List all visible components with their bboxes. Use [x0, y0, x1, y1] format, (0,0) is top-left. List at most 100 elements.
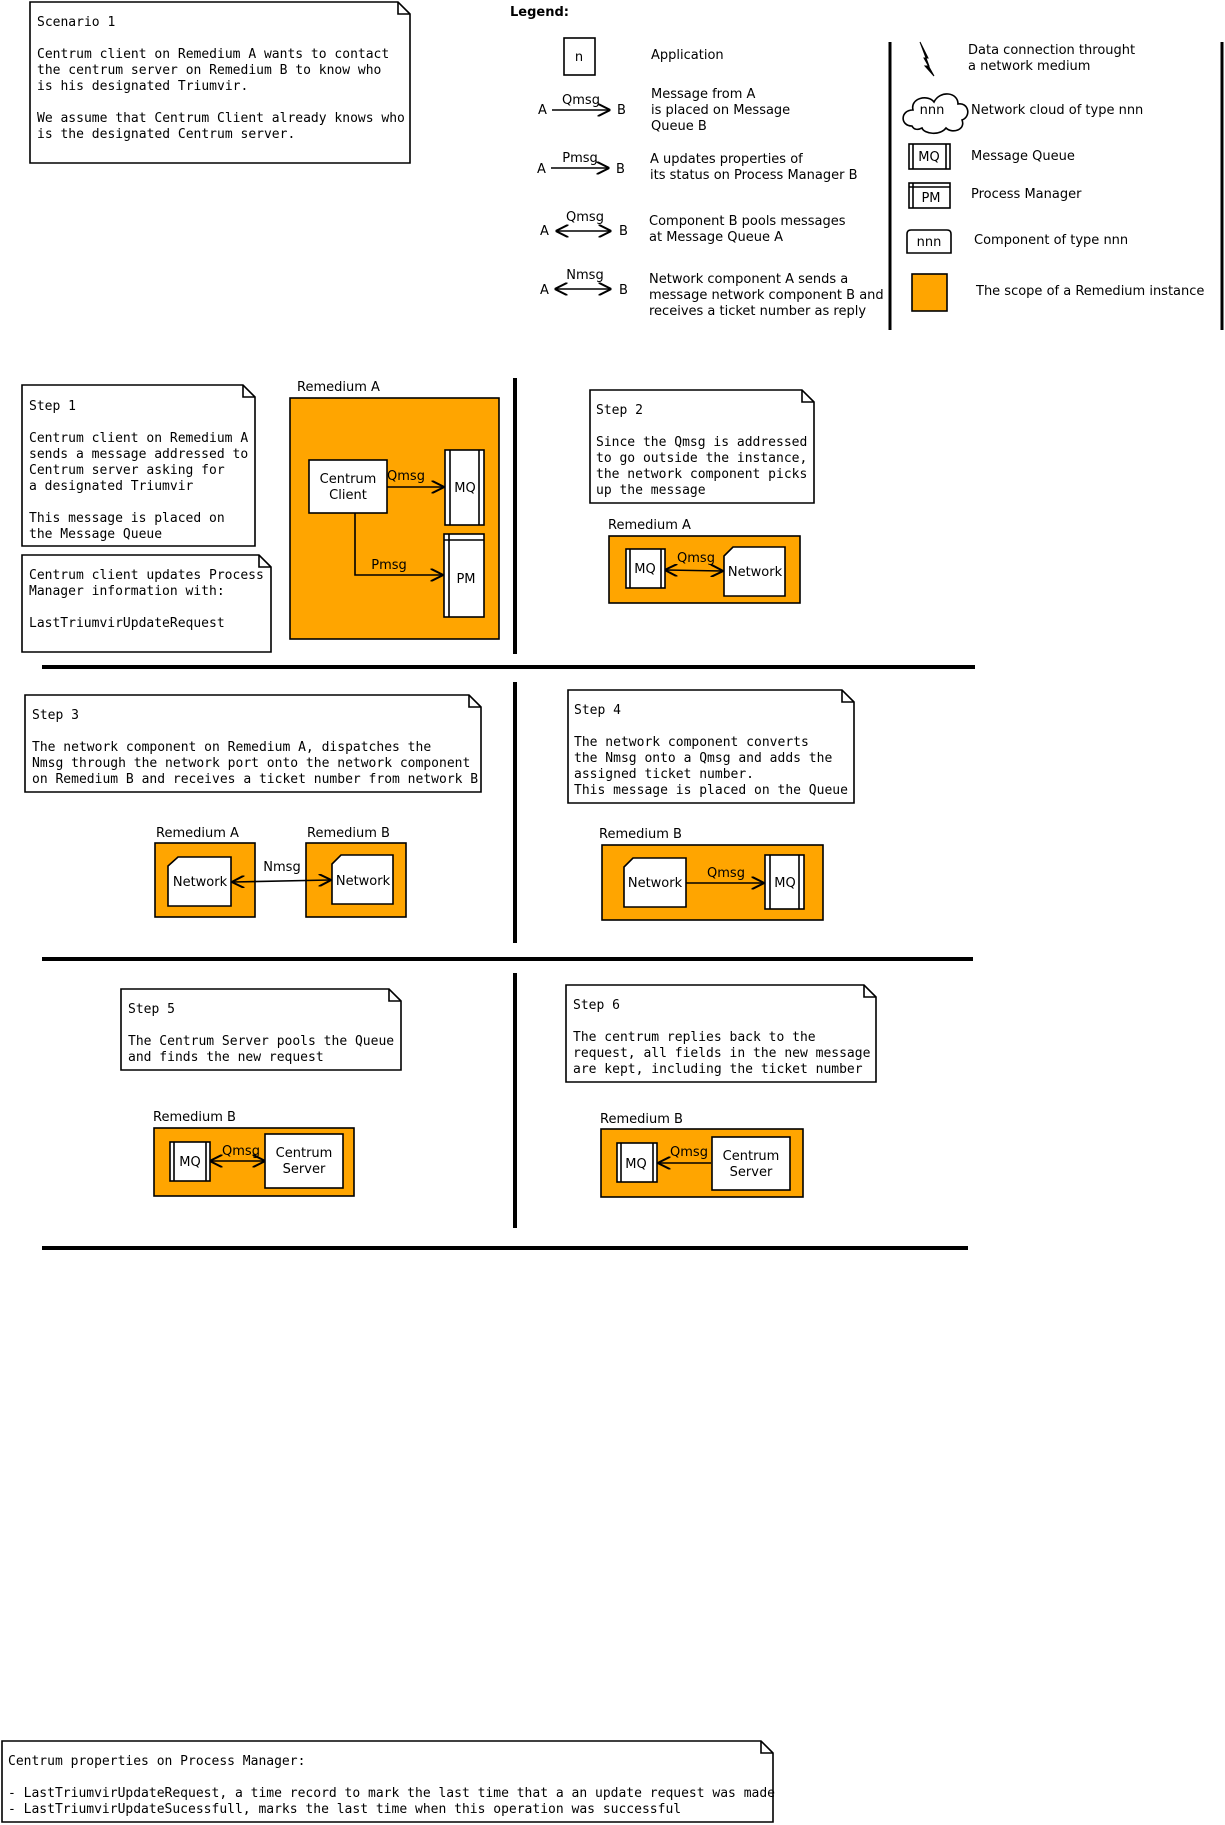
step-1-pm-label: PM [456, 572, 475, 587]
legend-message-queue-label: Message Queue [971, 149, 1075, 164]
step-3-scope-label-a: Remedium A [156, 826, 239, 841]
legend-application-symbol-text: n [575, 50, 583, 65]
step-2-note-line: Since the Qmsg is addressed [596, 435, 807, 450]
scenario-note-line: the centrum server on Remedium B to know… [37, 63, 381, 78]
step-4-scope-label: Remedium B [599, 827, 682, 842]
scenario-note-line: We assume that Centrum Client already kn… [37, 111, 405, 126]
scenario-note-line: Centrum client on Remedium A wants to co… [37, 47, 389, 62]
lightning-icon [919, 41, 935, 77]
step-6-note-line: Step 6 [573, 998, 620, 1013]
step-5-centrum-server-label: Server [283, 1162, 326, 1177]
legend-mq-symbol-text: MQ [918, 150, 939, 165]
legend-data-connection: a network medium [968, 59, 1090, 74]
step-2-note-line: to go outside the instance, [596, 451, 807, 466]
step-3-note-line: Step 3 [32, 708, 79, 723]
step-2-qmsg-label: Qmsg [677, 551, 715, 566]
legend-scope-swatch [911, 273, 948, 312]
legend-network-cloud-label: Network cloud of type nnn [971, 103, 1143, 118]
step-1: Step 1 Centrum client on Remedium A send… [21, 380, 500, 653]
legend-nmsg-desc: receives a ticket number as reply [649, 304, 866, 319]
scenario-note-line: Scenario 1 [37, 15, 115, 30]
step-2: Step 2 Since the Qmsg is addressed to go… [589, 389, 815, 604]
legend-title: Legend: [510, 5, 569, 20]
legend-end-a: A [537, 162, 546, 177]
footer-note-line: - LastTriumvirUpdateRequest, a time reco… [8, 1786, 775, 1801]
legend-qmsg-label: Qmsg [562, 93, 600, 108]
step-1-centrum-client-label: Centrum [320, 472, 377, 487]
legend-pm-symbol-text: PM [921, 191, 940, 206]
scenario-note: Scenario 1 Centrum client on Remedium A … [29, 1, 411, 164]
legend-qmsg-desc: is placed on Message [651, 103, 790, 118]
step-6-centrum-server-label: Centrum [723, 1149, 780, 1164]
step-5-scope-label: Remedium B [153, 1110, 236, 1125]
step-5-qmsg-label: Qmsg [222, 1144, 260, 1159]
legend-end-b: B [616, 162, 625, 177]
step-4-mq-label: MQ [774, 876, 795, 891]
legend-nmsg-label: Nmsg [566, 268, 603, 283]
step-3-nmsg-label: Nmsg [263, 860, 300, 875]
step-2-qmsg-arrow [666, 570, 722, 571]
step-3-note-line: Nmsg through the network port onto the n… [32, 756, 470, 771]
step-2-scope-label: Remedium A [608, 518, 691, 533]
legend-pmsg-label: Pmsg [562, 151, 598, 166]
step-5-note-line: and finds the new request [128, 1050, 324, 1065]
step-2-note-line: Step 2 [596, 403, 643, 418]
legend-application-label: Application [651, 48, 724, 63]
legend-pmsg-desc: its status on Process Manager B [650, 168, 858, 183]
legend-pool-desc: Component B pools messages [649, 214, 846, 229]
legend-component-symbol-text: nnn [917, 235, 942, 250]
step-3-note-line: on Remedium B and receives a ticket numb… [32, 772, 478, 787]
step-1-mq-label: MQ [454, 481, 475, 496]
step-3: Step 3 The network component on Remedium… [24, 694, 482, 918]
footer-note-line: - LastTriumvirUpdateSucessfull, marks th… [8, 1802, 681, 1817]
step-2-note-line: up the message [596, 483, 706, 498]
step-4-note-line: the Nmsg onto a Qmsg and adds the [574, 751, 832, 766]
step-1-pm-note-line: LastTriumvirUpdateRequest [29, 616, 225, 631]
legend-nmsg-desc: Network component A sends a [649, 272, 848, 287]
step-1-note-line: the Message Queue [29, 527, 162, 542]
step-1-note-line: sends a message addressed to [29, 447, 248, 462]
step-6-scope-label: Remedium B [600, 1112, 683, 1127]
step-1-note-line: Centrum server asking for [29, 463, 225, 478]
step-4-note-line: This message is placed on the Queue [574, 783, 848, 798]
step-5-mq-label: MQ [179, 1155, 200, 1170]
step-3-network-a-label: Network [173, 875, 228, 890]
step-1-scope-label: Remedium A [297, 380, 380, 395]
step-4: Step 4 The network component converts th… [567, 689, 855, 921]
scenario-note-line: is the designated Centrum server. [37, 127, 295, 142]
step-5: Step 5 The Centrum Server pools the Queu… [120, 988, 402, 1197]
step-3-note-line: The network component on Remedium A, dis… [32, 740, 431, 755]
step-6-mq-label: MQ [625, 1157, 646, 1172]
legend-end-a: A [538, 103, 547, 118]
step-6-note-line: The centrum replies back to the [573, 1030, 816, 1045]
legend-pool-label: Qmsg [566, 210, 604, 225]
legend-scope-label: The scope of a Remedium instance [975, 284, 1204, 299]
step-3-network-b-label: Network [336, 874, 391, 889]
step-1-pm-note-line: Manager information with: [29, 584, 225, 599]
legend-data-connection: Data connection throught [968, 43, 1135, 58]
step-5-note-line: The Centrum Server pools the Queue [128, 1034, 394, 1049]
legend-end-a: A [540, 224, 549, 239]
step-1-qmsg-label: Qmsg [387, 469, 425, 484]
footer-note: Centrum properties on Process Manager: -… [1, 1740, 775, 1823]
step-1-centrum-client-label: Client [329, 488, 367, 503]
step-6-qmsg-label: Qmsg [670, 1145, 708, 1160]
step-1-note-line: a designated Triumvir [29, 479, 194, 494]
step-1-note-line: Step 1 [29, 399, 76, 414]
legend-pmsg-desc: A updates properties of [650, 152, 803, 167]
step-5-note-line: Step 5 [128, 1002, 175, 1017]
legend-process-manager-label: Process Manager [971, 187, 1082, 202]
step-1-pm-note-line: Centrum client updates Process [29, 568, 264, 583]
step-6-centrum-server-label: Server [730, 1165, 773, 1180]
legend-nmsg-desc: message network component B and [649, 288, 884, 303]
legend-component-label: Component of type nnn [974, 233, 1128, 248]
legend-end-b: B [619, 283, 628, 298]
legend: Legend: n Application A Qmsg B Message f… [510, 5, 1224, 330]
step-6-note-line: request, all fields in the new message [573, 1046, 871, 1061]
footer-note-line: Centrum properties on Process Manager: [8, 1754, 305, 1769]
step-1-pmsg-label: Pmsg [371, 558, 407, 573]
step-4-qmsg-label: Qmsg [707, 866, 745, 881]
step-1-note-line: This message is placed on [29, 511, 225, 526]
step-2-note-line: the network component picks [596, 467, 807, 482]
step-5-centrum-server-label: Centrum [276, 1146, 333, 1161]
